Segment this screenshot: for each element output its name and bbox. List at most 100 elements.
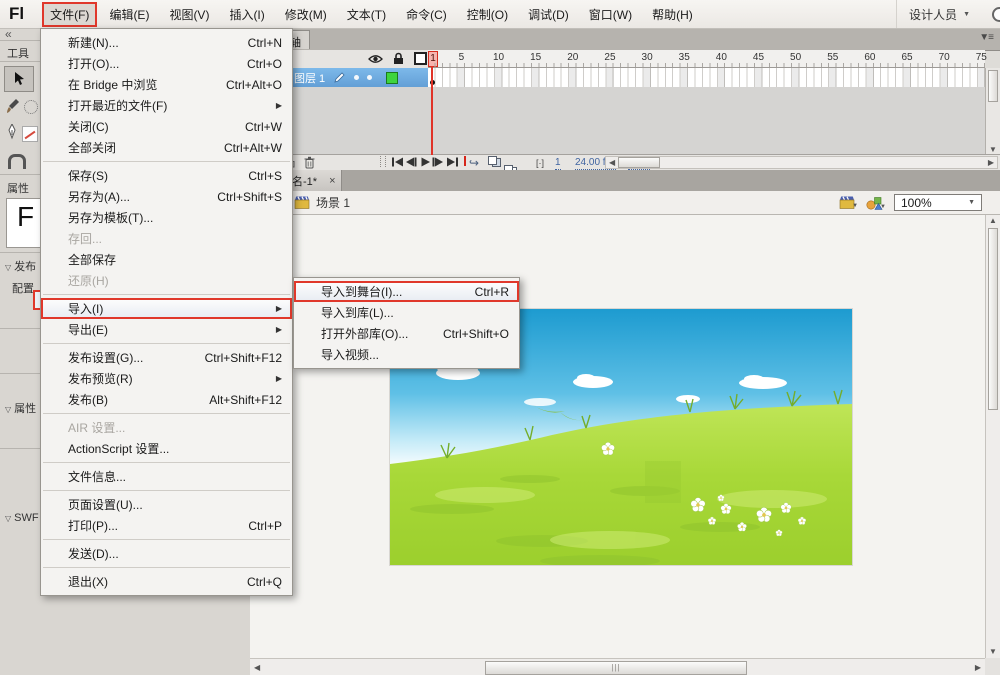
stage-vertical-scrollbar[interactable]: ▲ ▼ — [985, 214, 1000, 658]
step-forward-button[interactable] — [431, 156, 445, 168]
menu-item[interactable]: 发布设置(G)...Ctrl+Shift+F12 — [41, 347, 292, 368]
brush-tool-icon[interactable] — [6, 98, 20, 114]
selection-tool-button[interactable] — [4, 66, 34, 92]
scroll-up-arrow[interactable]: ▲ — [986, 216, 1000, 225]
outline-view-icon[interactable] — [414, 52, 427, 65]
menu-item[interactable]: 打开最近的文件(F)▶ — [41, 95, 292, 116]
menubar-item[interactable]: 控制(O) — [459, 2, 516, 27]
goto-last-frame-button[interactable] — [445, 156, 459, 168]
menu-item[interactable]: 打印(P)...Ctrl+P — [41, 515, 292, 536]
menu-item[interactable]: 发布(B)Alt+Shift+F12 — [41, 389, 292, 410]
lasso-tool-icon[interactable] — [24, 100, 38, 114]
menu-item[interactable]: 在 Bridge 中浏览Ctrl+Alt+O — [41, 74, 292, 95]
menubar-item[interactable]: 窗口(W) — [581, 2, 640, 27]
menu-item[interactable]: 导入到舞台(I)...Ctrl+R — [294, 281, 519, 302]
properties-section-header[interactable]: ▽属性 — [5, 400, 36, 416]
scroll-right-arrow[interactable]: ▶ — [988, 157, 994, 168]
scroll-down-arrow[interactable]: ▼ — [986, 145, 1000, 154]
step-back-button[interactable] — [404, 156, 418, 168]
menu-item[interactable]: 导出(E)▶ — [41, 319, 292, 340]
menu-item[interactable]: 保存(S)Ctrl+S — [41, 165, 292, 186]
edit-symbols-button[interactable]: ▼ — [866, 196, 886, 210]
current-frame-hot-text[interactable]: 1 — [555, 156, 561, 170]
workspace-switcher[interactable]: 设计人员 ▼ — [896, 0, 982, 28]
menu-item-shortcut: Ctrl+Alt+O — [226, 78, 282, 92]
menu-item[interactable]: 全部保存 — [41, 249, 292, 270]
menu-item[interactable]: 存回... — [41, 228, 292, 249]
menu-item-shortcut: Alt+Shift+F12 — [209, 393, 282, 407]
menubar-item[interactable]: 编辑(E) — [101, 2, 157, 27]
menubar-item[interactable]: 插入(I) — [221, 2, 272, 27]
onion-skin-button[interactable] — [488, 156, 500, 165]
line-tool-icon[interactable] — [22, 126, 38, 142]
menu-item-label: 另存为模板(T)... — [68, 209, 153, 226]
scroll-left-arrow[interactable]: ◀ — [609, 157, 615, 168]
eye-visibility-icon[interactable] — [368, 54, 383, 64]
search-icon[interactable] — [992, 7, 1000, 22]
menu-item[interactable]: 打开(O)...Ctrl+O — [41, 53, 292, 74]
publish-section-header[interactable]: ▽发布 — [5, 258, 36, 274]
submenu-arrow-icon: ▶ — [276, 325, 282, 334]
layer-lock-dot[interactable] — [367, 75, 372, 80]
menubar-item[interactable]: 修改(M) — [277, 2, 335, 27]
menubar-item[interactable]: 命令(C) — [398, 2, 455, 27]
play-button[interactable] — [418, 156, 432, 168]
layer-row[interactable]: 图层 1 — [250, 68, 985, 87]
close-icon[interactable]: × — [329, 175, 335, 187]
menu-item[interactable]: 还原(H) — [41, 270, 292, 291]
pen-tool-icon[interactable] — [6, 124, 18, 140]
menu-item[interactable]: 发送(D)... — [41, 543, 292, 564]
playhead-line[interactable] — [431, 66, 433, 155]
menu-item[interactable]: 关闭(C)Ctrl+W — [41, 116, 292, 137]
scroll-left-arrow[interactable]: ◀ — [254, 662, 260, 673]
menu-item[interactable]: 另存为(A)...Ctrl+Shift+S — [41, 186, 292, 207]
frame-ruler[interactable]: 1 51015202530354045505560657075 — [428, 50, 985, 68]
scroll-down-arrow[interactable]: ▼ — [986, 647, 1000, 656]
menubar-item[interactable]: 视图(V) — [161, 2, 217, 27]
menu-item[interactable]: 导入(I)▶ — [41, 298, 292, 319]
menu-item[interactable]: 发布预览(R)▶ — [41, 368, 292, 389]
menu-item-label: ActionScript 设置... — [68, 440, 169, 457]
menu-item[interactable]: 退出(X)Ctrl+Q — [41, 571, 292, 592]
layer-outline-color-swatch[interactable] — [386, 72, 398, 84]
menu-separator — [43, 161, 290, 162]
menu-item[interactable]: ActionScript 设置... — [41, 438, 292, 459]
menu-item[interactable]: 全部关闭Ctrl+Alt+W — [41, 137, 292, 158]
layer-visible-dot[interactable] — [354, 75, 359, 80]
stage-horizontal-scrollbar[interactable]: ◀ ||| ▶ — [250, 658, 985, 675]
scroll-right-arrow[interactable]: ▶ — [975, 662, 981, 673]
center-frame-icon[interactable]: ↪ — [469, 156, 479, 169]
menu-item[interactable]: 页面设置(U)... — [41, 494, 292, 515]
menu-item[interactable]: 导入到库(L)... — [294, 302, 519, 323]
scrollbar-thumb[interactable] — [988, 228, 998, 410]
menu-separator — [43, 294, 290, 295]
menu-item[interactable]: 导入视频... — [294, 344, 519, 365]
scrollbar-thumb[interactable]: ||| — [485, 661, 747, 675]
timeline-vertical-scrollbar[interactable]: ▼ — [985, 68, 1000, 155]
menu-item[interactable]: AIR 设置... — [41, 417, 292, 438]
menubar-item[interactable]: 调试(D) — [520, 2, 577, 27]
magnet-snap-icon[interactable] — [8, 154, 26, 169]
modify-markers-button[interactable]: [·] — [536, 156, 544, 169]
delete-layer-button[interactable] — [304, 156, 315, 169]
menu-item[interactable]: 打开外部库(O)...Ctrl+Shift+O — [294, 323, 519, 344]
goto-first-frame-button[interactable] — [390, 156, 404, 168]
menu-item[interactable]: 新建(N)...Ctrl+N — [41, 32, 292, 53]
swf-section-header[interactable]: ▽SWF — [5, 512, 39, 524]
timeline-horizontal-scrollbar[interactable]: ◀ ▶ — [605, 156, 998, 169]
splitter-grip[interactable] — [380, 156, 386, 167]
menubar-item[interactable]: 文件(F) — [42, 2, 97, 27]
scrollbar-thumb[interactable] — [988, 70, 998, 102]
scrollbar-thumb[interactable] — [618, 157, 660, 168]
lock-icon[interactable] — [393, 52, 404, 65]
menubar-item[interactable]: 帮助(H) — [644, 2, 701, 27]
edit-scene-button[interactable]: ▼ — [839, 196, 858, 209]
layer-frames[interactable] — [428, 68, 985, 87]
menu-item[interactable]: 另存为模板(T)... — [41, 207, 292, 228]
menubar-item[interactable]: 文本(T) — [339, 2, 394, 27]
zoom-level-dropdown[interactable]: 100% ▼ — [894, 194, 982, 211]
menu-item-label: 导入视频... — [321, 346, 379, 363]
menu-item[interactable]: 文件信息... — [41, 466, 292, 487]
panel-menu-icon[interactable]: ▼≡ — [979, 32, 993, 43]
submenu-arrow-icon: ▶ — [276, 374, 282, 383]
